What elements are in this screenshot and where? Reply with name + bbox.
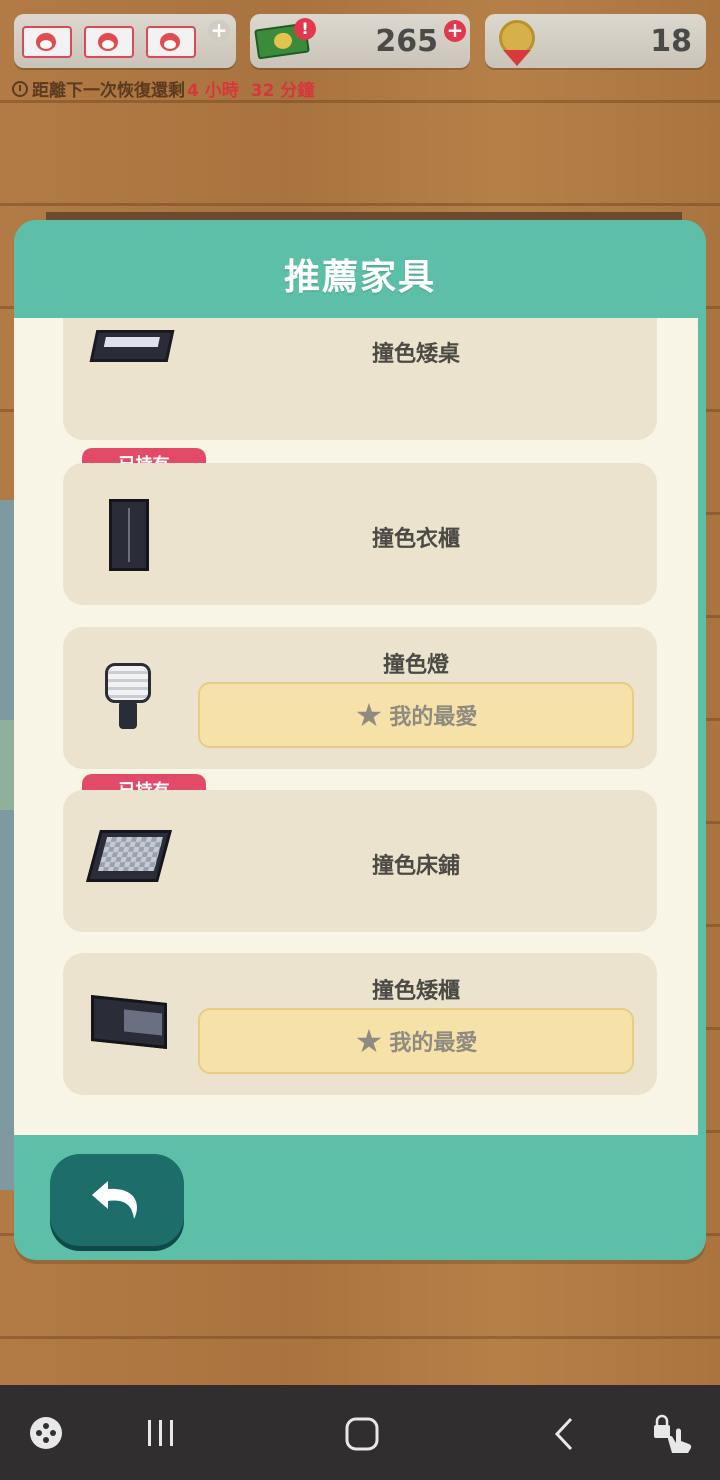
- furniture-card-bed[interactable]: 撞色床鋪: [63, 790, 657, 932]
- furniture-card-low-cabinet[interactable]: 撞色矮櫃 ★ 我的最愛: [63, 953, 657, 1095]
- furniture-name: 撞色矮櫃: [371, 979, 460, 1004]
- medal-value: 18: [650, 24, 692, 59]
- back-arrow-icon: [92, 1181, 137, 1219]
- list-scrollbar[interactable]: [698, 596, 706, 1136]
- timer-prefix: 距離下一次恢復還剩: [32, 81, 185, 101]
- furniture-card-lamp[interactable]: 撞色燈 ★ 我的最愛: [63, 627, 657, 769]
- favorite-label: 我的最愛: [389, 705, 478, 730]
- furniture-card-low-table[interactable]: 撞色矮桌: [63, 318, 657, 440]
- favorite-button[interactable]: ★ 我的最愛: [198, 682, 634, 748]
- system-navigation-bar: [0, 1385, 720, 1480]
- recent-apps-icon[interactable]: [145, 1418, 177, 1448]
- timer-minutes: 32 分鐘: [250, 81, 315, 101]
- touch-lock-icon[interactable]: [652, 1413, 694, 1455]
- tickets-counter[interactable]: +: [14, 14, 236, 68]
- furniture-name: 撞色衣櫃: [371, 527, 460, 552]
- ticket-icon: [22, 26, 72, 58]
- timer-hours: 4 小時: [187, 81, 239, 101]
- money-value: 265: [375, 24, 438, 59]
- furniture-list[interactable]: 撞色矮桌 已持有 撞色衣櫃 撞色燈 ★ 我的最愛 已持有 撞色床鋪 撞色矮櫃: [14, 318, 698, 1135]
- alert-icon: !: [294, 18, 316, 40]
- back-nav-icon[interactable]: [552, 1416, 576, 1452]
- furniture-name: 撞色燈: [382, 653, 449, 678]
- favorite-button[interactable]: ★ 我的最愛: [198, 1008, 634, 1074]
- add-money-icon[interactable]: +: [444, 20, 466, 42]
- low-cabinet-icon: [91, 995, 167, 1049]
- furniture-name: 撞色矮桌: [371, 342, 460, 367]
- recovery-timer: 距離下一次恢復還剩 4 小時 32 分鐘: [12, 76, 314, 101]
- lamp-icon: [105, 663, 151, 733]
- money-counter[interactable]: ! 265 +: [250, 14, 470, 68]
- dialog-title: 推薦家具: [283, 257, 436, 298]
- recommended-furniture-dialog: 推薦家具 撞色矮桌 已持有 撞色衣櫃 撞色燈 ★ 我的最愛 已持有 撞色床鋪: [14, 220, 706, 1260]
- medal-counter[interactable]: 18: [485, 14, 706, 68]
- wardrobe-icon: [109, 499, 149, 571]
- home-icon[interactable]: [344, 1416, 380, 1452]
- favorite-label: 我的最愛: [389, 1031, 478, 1056]
- bed-icon: [86, 830, 172, 882]
- furniture-name: 撞色床鋪: [371, 854, 460, 879]
- star-icon: ★: [354, 696, 384, 734]
- ticket-icon: [146, 26, 196, 58]
- add-tickets-icon[interactable]: +: [208, 20, 230, 42]
- star-icon: ★: [354, 1022, 384, 1060]
- back-button[interactable]: [50, 1154, 184, 1246]
- furniture-card-wardrobe[interactable]: 撞色衣櫃: [63, 463, 657, 605]
- low-table-icon: [89, 330, 175, 362]
- clock-icon: [12, 80, 28, 97]
- game-tools-icon[interactable]: [28, 1415, 64, 1451]
- medal-ribbon-icon: [503, 50, 531, 66]
- ticket-icon: [84, 26, 134, 58]
